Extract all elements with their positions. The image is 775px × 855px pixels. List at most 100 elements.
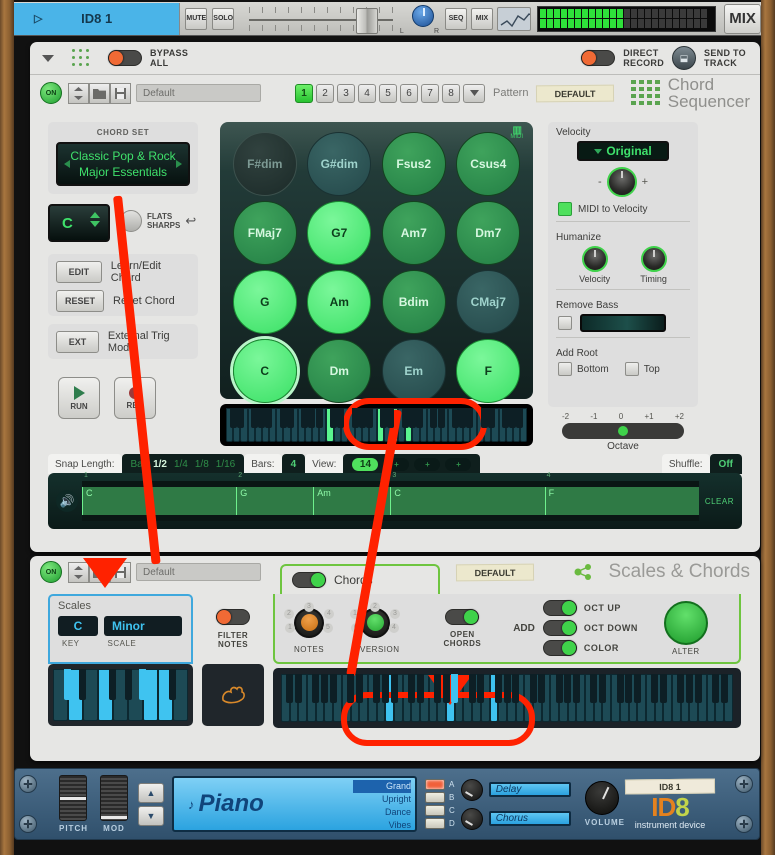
patch-save-button[interactable] (110, 82, 131, 104)
seq-button[interactable]: SEQ (445, 7, 467, 30)
sequencer-clip[interactable]: C (390, 487, 545, 515)
remove-bass-checkbox[interactable] (558, 316, 572, 330)
id8-patch-list[interactable]: Grand Upright Dance Vibes (352, 780, 415, 832)
edit-chord-button[interactable]: EDIT (56, 261, 102, 283)
octave-slider[interactable] (562, 423, 684, 439)
chord-pad-g7[interactable]: G7 (307, 201, 372, 265)
piano-black-key[interactable] (468, 674, 476, 703)
piano-black-key[interactable] (590, 674, 598, 703)
filter-notes-toggle[interactable] (216, 609, 250, 625)
snap-option-quarter[interactable]: 1/4 (174, 459, 188, 470)
piano-black-key[interactable] (538, 674, 546, 703)
scale-field[interactable]: Minor (104, 616, 182, 636)
root-note-selector[interactable]: C (48, 204, 110, 242)
piano-black-key[interactable] (430, 408, 438, 429)
pitch-wheel[interactable] (59, 775, 87, 821)
track-expand-icon[interactable]: ▷ (34, 12, 42, 25)
chord-pad-fsus2[interactable]: Fsus2 (381, 132, 446, 196)
piano-black-key[interactable] (279, 408, 287, 429)
piano-black-key[interactable] (451, 674, 459, 703)
snap-length-options[interactable]: Bar 1/2 1/4 1/8 1/16 (121, 454, 245, 474)
bars-value-box[interactable]: 4 (281, 454, 306, 474)
piano-black-key[interactable] (315, 408, 323, 429)
chord-set-display[interactable]: Classic Pop & Rock Major Essentials (56, 142, 190, 186)
patch-prev-next-button[interactable] (68, 82, 89, 104)
piano-black-key[interactable] (509, 408, 517, 429)
scales-patch-browse-button[interactable] (89, 561, 110, 583)
chord-pad-dm7[interactable]: Dm7 (456, 201, 521, 265)
piano-black-key[interactable] (124, 669, 132, 701)
chord-pad-gdim[interactable]: G#dim (307, 132, 372, 196)
piano-black-key[interactable] (139, 669, 147, 701)
patch-item-dance[interactable]: Dance (353, 806, 411, 819)
sequencer-clip[interactable]: G (236, 487, 314, 515)
chord-set-next-icon[interactable] (176, 160, 182, 168)
key-field[interactable]: C (58, 616, 98, 636)
pattern-button-5[interactable]: 5 (379, 83, 397, 103)
pattern-button-3[interactable]: 3 (337, 83, 355, 103)
piano-black-key[interactable] (169, 669, 177, 701)
view-pages[interactable]: 14 + + + (343, 454, 481, 474)
chord-set-prev-icon[interactable] (64, 160, 70, 168)
automation-curve-button[interactable] (496, 6, 531, 31)
remove-bass-meter[interactable] (580, 314, 666, 332)
shuffle-value-box[interactable]: Off (709, 454, 742, 474)
pattern-button-8[interactable]: 8 (442, 83, 460, 103)
piano-black-key[interactable] (301, 408, 309, 429)
speaker-icon[interactable]: 🔊 (56, 490, 78, 512)
pattern-name-tape[interactable]: DEFAULT (536, 84, 615, 102)
pattern-button-1[interactable]: 1 (295, 83, 313, 103)
piano-black-key[interactable] (516, 408, 524, 429)
piano-black-key[interactable] (401, 408, 409, 429)
piano-black-key[interactable] (712, 674, 720, 703)
chord-pad-fmaj7[interactable]: FMaj7 (232, 201, 297, 265)
piano-black-key[interactable] (287, 408, 294, 429)
piano-black-key[interactable] (720, 674, 728, 703)
piano-black-key[interactable] (251, 408, 259, 429)
chord-pad-em[interactable]: Em (381, 339, 446, 403)
piano-black-key[interactable] (308, 408, 316, 429)
piano-black-key[interactable] (229, 408, 237, 429)
piano-black-key[interactable] (503, 674, 511, 703)
piano-black-key[interactable] (480, 408, 488, 429)
piano-black-key[interactable] (320, 674, 328, 703)
patch-item-upright[interactable]: Upright (353, 793, 411, 806)
chord-pad-c[interactable]: C (232, 339, 297, 403)
mix-view-button[interactable]: MIX (471, 7, 493, 30)
piano-black-key[interactable] (451, 408, 459, 429)
root-note-stepper[interactable] (90, 212, 100, 227)
patch-item-vibes[interactable]: Vibes (353, 819, 411, 832)
mod-wheel[interactable] (100, 775, 128, 821)
piano-black-key[interactable] (625, 674, 633, 703)
mix-button[interactable]: MIX (724, 3, 761, 34)
run-button[interactable]: RUN (58, 377, 100, 419)
add-root-bottom-checkbox[interactable] (558, 362, 572, 376)
patch-down-button[interactable]: ▼ (138, 805, 164, 826)
piano-black-key[interactable] (433, 674, 441, 703)
patch-item-grand[interactable]: Grand (352, 780, 411, 793)
direct-record-toggle[interactable] (581, 50, 616, 66)
undo-icon[interactable]: ↩ (185, 213, 196, 229)
bank-button-a[interactable] (424, 779, 445, 790)
view-page-1[interactable]: 14 (352, 457, 379, 471)
piano-black-key[interactable] (677, 674, 685, 703)
scales-patch-stepper-button[interactable] (68, 561, 89, 583)
piano-black-key[interactable] (312, 674, 320, 703)
send-to-track-icon[interactable]: ⬓ (672, 46, 697, 70)
piano-black-key[interactable] (651, 674, 659, 703)
level-fader[interactable] (244, 3, 398, 35)
piano-black-key[interactable] (330, 408, 337, 429)
snap-option-eighth[interactable]: 1/8 (195, 459, 209, 470)
track-name-field[interactable]: ▷ ID8 1 (14, 2, 181, 35)
mute-button[interactable]: MUTE (185, 7, 208, 30)
piano-black-key[interactable] (358, 408, 366, 429)
humanize-velocity-knob[interactable] (581, 246, 608, 272)
id8-display[interactable]: ♪ Piano Grand Upright Dance Vibes (172, 776, 417, 832)
piano-black-key[interactable] (347, 674, 355, 703)
patch-up-button[interactable]: ▲ (138, 782, 164, 803)
ext-trig-button[interactable]: EXT (56, 331, 99, 353)
chord-pad-am[interactable]: Am (307, 270, 372, 334)
piano-black-key[interactable] (380, 408, 388, 429)
piano-black-key[interactable] (64, 669, 72, 701)
delay-knob[interactable] (460, 778, 483, 801)
